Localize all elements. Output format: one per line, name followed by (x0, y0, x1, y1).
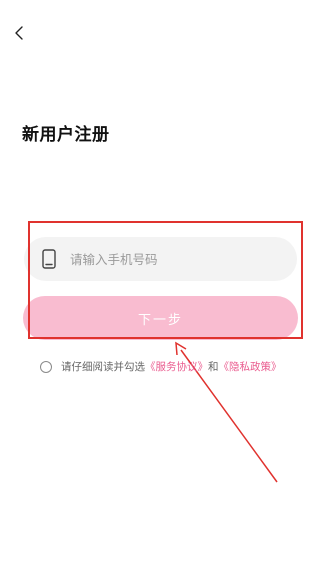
annotation-arrow (175, 341, 278, 483)
back-button[interactable] (8, 22, 30, 44)
phone-input[interactable] (70, 251, 297, 267)
agreement-checkbox[interactable] (40, 360, 52, 373)
next-step-button[interactable]: 下一步 (23, 296, 298, 340)
register-screen: 新用户注册 下一步 请仔细阅读并勾选 《服务协议》 和 《隐私政策》 (0, 0, 320, 568)
service-agreement-link[interactable]: 《服务协议》 (145, 359, 208, 374)
phone-field[interactable] (24, 237, 297, 281)
agreement-conjunction: 和 (208, 361, 219, 373)
agreement-text: 请仔细阅读并勾选 (61, 361, 145, 373)
chevron-left-icon (15, 26, 23, 40)
mobile-phone-icon (42, 249, 56, 269)
page-title: 新用户注册 (22, 125, 110, 145)
agreement-row: 请仔细阅读并勾选 《服务协议》 和 《隐私政策》 (40, 359, 282, 374)
privacy-policy-link[interactable]: 《隐私政策》 (219, 359, 282, 374)
